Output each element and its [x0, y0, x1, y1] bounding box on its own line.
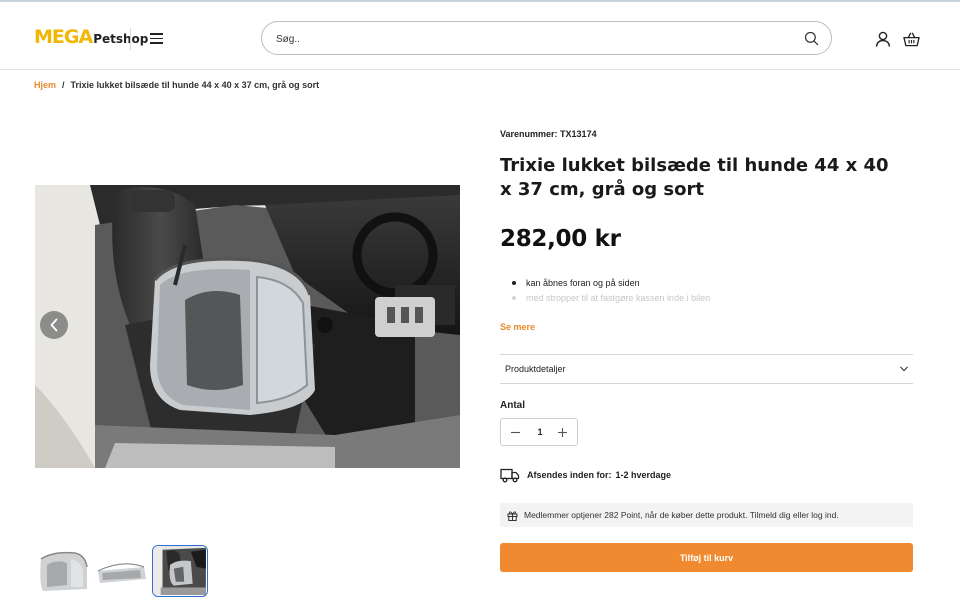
thumbnail-1[interactable] — [35, 545, 91, 597]
shipping-value: 1-2 hverdage — [615, 470, 672, 480]
product-main-image[interactable] — [35, 185, 460, 468]
chevron-left-icon — [50, 318, 58, 332]
points-text[interactable]: Medlemmer optjener 282 Point, når de køb… — [524, 510, 839, 520]
logo[interactable]: MEGA Petshop — [34, 26, 148, 48]
user-icon[interactable] — [875, 31, 891, 47]
feature-item: med stropper til at fastgøre kassen inde… — [512, 292, 710, 307]
truck-icon — [500, 468, 520, 483]
logo-divider — [130, 28, 131, 50]
product-title: Trixie lukket bilsæde til hunde 44 x 40 … — [500, 155, 889, 200]
thumbnail-3[interactable] — [152, 545, 208, 597]
sku-value: TX13174 — [560, 129, 597, 139]
shipping-info: Afsendes inden for: 1-2 hverdage — [500, 467, 671, 483]
menu-icon[interactable] — [150, 33, 163, 44]
breadcrumb-separator: / — [62, 80, 65, 90]
logo-petshop-text: Petshop — [93, 32, 149, 46]
site-header: MEGA Petshop — [0, 2, 960, 70]
gift-icon — [507, 510, 518, 521]
feature-list: kan åbnes foran og på siden med stropper… — [512, 277, 710, 307]
search-input[interactable] — [276, 30, 776, 48]
product-details-label: Produktdetaljer — [505, 364, 566, 374]
basket-icon[interactable] — [903, 32, 920, 47]
breadcrumb: Hjem / Trixie lukket bilsæde til hunde 4… — [34, 80, 319, 90]
search-bar[interactable] — [261, 21, 832, 55]
quantity-label: Antal — [500, 400, 525, 411]
minus-icon[interactable] — [510, 427, 521, 438]
chevron-down-icon — [900, 366, 908, 372]
breadcrumb-home-link[interactable]: Hjem — [34, 80, 56, 90]
product-price: 282,00 kr — [500, 226, 621, 252]
quantity-value[interactable]: 1 — [531, 427, 549, 437]
product-details-accordion[interactable]: Produktdetaljer — [500, 354, 913, 384]
shipping-label: Afsendes inden for: — [527, 470, 612, 480]
gallery-prev-button[interactable] — [40, 311, 68, 339]
breadcrumb-current: Trixie lukket bilsæde til hunde 44 x 40 … — [70, 80, 320, 90]
sku: Varenummer: TX13174 — [500, 129, 597, 139]
logo-mega-text: MEGA — [34, 26, 93, 48]
sku-label: Varenummer: — [500, 129, 558, 139]
plus-icon[interactable] — [557, 427, 568, 438]
thumbnail-2[interactable] — [94, 545, 150, 597]
search-icon[interactable] — [804, 31, 819, 46]
points-banner: Medlemmer optjener 282 Point, når de køb… — [500, 503, 913, 527]
see-more-link[interactable]: Se mere — [500, 322, 535, 332]
quantity-stepper: 1 — [500, 418, 578, 446]
feature-item: kan åbnes foran og på siden — [512, 277, 710, 292]
add-to-cart-button[interactable]: Tilføj til kurv — [500, 543, 913, 572]
